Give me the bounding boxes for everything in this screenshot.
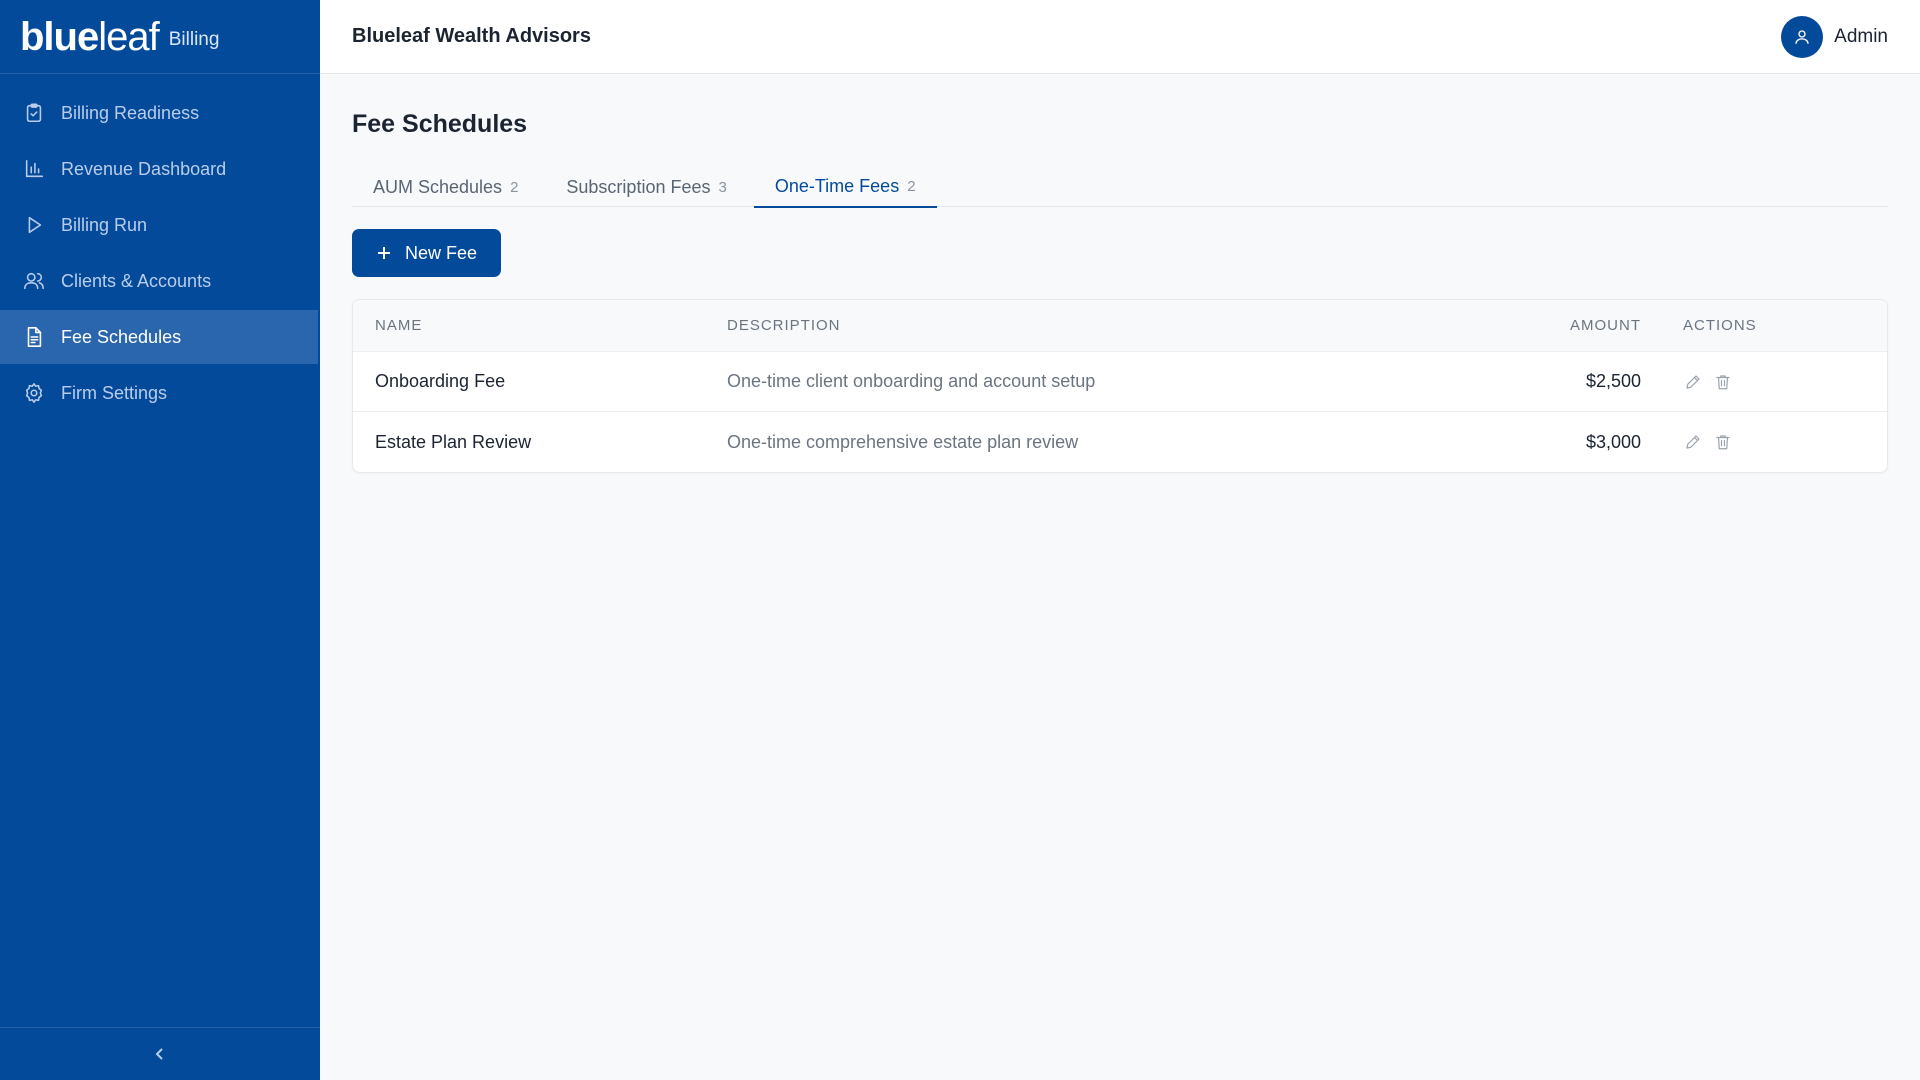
tab-label: One-Time Fees	[774, 175, 900, 196]
fee-description: One-time client onboarding and account s…	[727, 371, 1096, 391]
table-row: Estate Plan Review One-time comprehensiv…	[353, 412, 1887, 472]
tab-count: 2	[907, 177, 916, 195]
fees-table: NAME DESCRIPTION AMOUNT ACTIONS Onboardi…	[352, 299, 1888, 473]
tab-one-time-fees[interactable]: One-Time Fees 2	[753, 166, 937, 208]
sidebar-item-firm-settings[interactable]: Firm Settings	[0, 366, 320, 420]
fee-name: Estate Plan Review	[375, 431, 532, 452]
sidebar-item-label: Firm Settings	[61, 382, 168, 403]
bar-chart-icon	[22, 157, 46, 181]
tab-count: 2	[510, 178, 519, 196]
sidebar-item-fee-schedules[interactable]: Fee Schedules	[0, 310, 318, 364]
sidebar-item-label: Revenue Dashboard	[61, 158, 227, 179]
top-header: Blueleaf Wealth Advisors Admin	[320, 0, 1920, 74]
brand-subtitle: Billing	[168, 28, 220, 50]
main-content: Fee Schedules AUM Schedules 2 Subscripti…	[352, 74, 1888, 473]
new-fee-label: New Fee	[404, 242, 478, 263]
fee-name: Onboarding Fee	[375, 371, 506, 391]
tab-label: AUM Schedules	[373, 176, 503, 197]
gear-icon	[22, 381, 46, 405]
chevron-left-icon	[155, 1048, 163, 1060]
table-header: NAME DESCRIPTION AMOUNT ACTIONS	[353, 300, 1887, 352]
users-icon	[22, 269, 46, 293]
trash-icon[interactable]	[1713, 432, 1733, 452]
column-header-actions: ACTIONS	[1683, 317, 1757, 334]
user-icon	[1795, 29, 1809, 44]
page-title: Fee Schedules	[352, 110, 528, 138]
sidebar-collapse-button[interactable]	[0, 1027, 320, 1080]
sidebar-item-billing-readiness[interactable]: Billing Readiness	[0, 86, 320, 140]
plus-icon	[377, 247, 390, 259]
tab-aum-schedules[interactable]: AUM Schedules 2	[352, 166, 539, 208]
user-name: Admin	[1834, 25, 1888, 47]
avatar[interactable]	[1781, 15, 1824, 58]
sidebar-item-label: Clients & Accounts	[61, 270, 212, 291]
fee-amount: $3,000	[1585, 431, 1641, 452]
brand-logo: blueleaf	[20, 14, 160, 59]
sidebar-item-label: Billing Readiness	[61, 102, 200, 123]
column-header-description: DESCRIPTION	[727, 317, 841, 334]
sidebar-item-label: Billing Run	[61, 214, 148, 235]
row-actions	[1641, 372, 1791, 392]
trash-icon[interactable]	[1713, 372, 1733, 392]
new-fee-button[interactable]: New Fee	[352, 229, 501, 277]
fee-description: One-time comprehensive estate plan revie…	[727, 431, 1079, 452]
sidebar-item-label: Fee Schedules	[61, 326, 182, 347]
column-header-name: NAME	[375, 317, 423, 334]
brand[interactable]: blueleaf Billing	[0, 0, 320, 74]
fee-amount: $2,500	[1585, 371, 1641, 391]
tab-label: Subscription Fees	[566, 176, 711, 197]
clipboard-check-icon	[22, 101, 46, 125]
firm-name: Blueleaf Wealth Advisors	[352, 25, 591, 47]
tab-count: 3	[718, 178, 727, 196]
edit-icon[interactable]	[1683, 432, 1703, 452]
user-menu[interactable]: Admin	[1781, 15, 1888, 58]
document-icon	[22, 325, 46, 349]
row-actions	[1641, 432, 1791, 452]
sidebar: blueleaf Billing Billing Readiness Reven…	[0, 0, 320, 1080]
tab-subscription-fees[interactable]: Subscription Fees 3	[545, 166, 747, 208]
fee-tabs: AUM Schedules 2 Subscription Fees 3 One-…	[352, 165, 1888, 208]
sidebar-item-clients-accounts[interactable]: Clients & Accounts	[0, 254, 320, 308]
column-header-amount: AMOUNT	[1570, 317, 1641, 334]
sidebar-nav: Billing Readiness Revenue Dashboard Bill…	[0, 86, 320, 420]
play-icon	[22, 213, 46, 237]
sidebar-item-revenue-dashboard[interactable]: Revenue Dashboard	[0, 142, 320, 196]
edit-icon[interactable]	[1683, 372, 1703, 392]
sidebar-item-billing-run[interactable]: Billing Run	[0, 198, 320, 252]
table-row: Onboarding Fee One-time client onboardin…	[353, 352, 1887, 412]
